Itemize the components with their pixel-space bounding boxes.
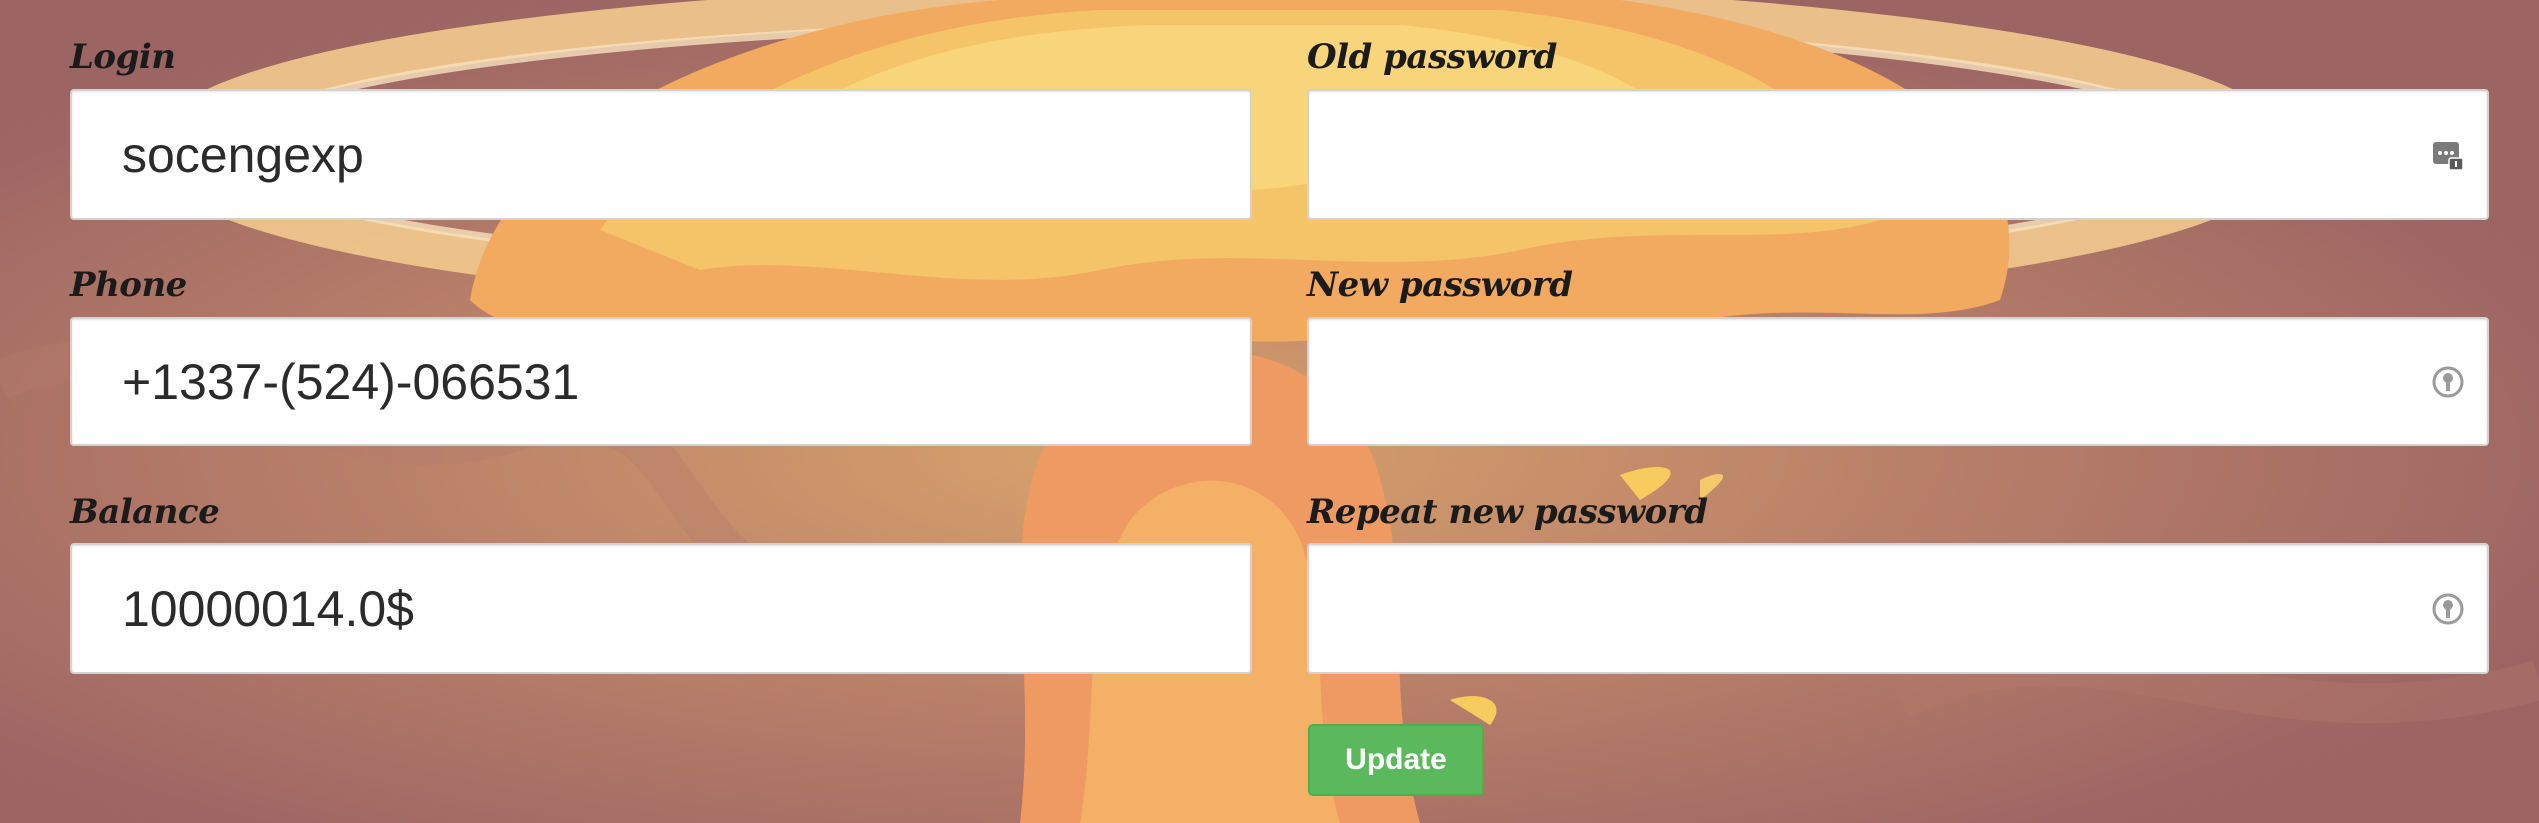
login-label: Login	[70, 37, 176, 77]
phone-field[interactable]	[70, 317, 1252, 446]
password-manager-icon[interactable]	[2431, 138, 2465, 172]
account-settings-form: Login Phone Balance Old password New pas…	[0, 0, 2539, 823]
login-input[interactable]	[72, 91, 1250, 218]
repeat-new-password-field[interactable]	[1307, 543, 2489, 674]
old-password-input[interactable]	[1309, 91, 2487, 218]
key-icon[interactable]	[2431, 365, 2465, 399]
phone-input[interactable]	[72, 319, 1250, 444]
new-password-field[interactable]	[1307, 317, 2489, 446]
balance-field[interactable]	[70, 543, 1252, 674]
old-password-label: Old password	[1307, 37, 1557, 77]
repeat-new-password-input[interactable]	[1309, 545, 2487, 672]
new-password-label: New password	[1307, 265, 1573, 305]
balance-label: Balance	[70, 492, 220, 532]
login-field[interactable]	[70, 89, 1252, 220]
repeat-new-password-label: Repeat new password	[1307, 492, 1708, 532]
key-icon[interactable]	[2431, 592, 2465, 626]
old-password-field[interactable]	[1307, 89, 2489, 220]
phone-label: Phone	[70, 265, 187, 305]
balance-input[interactable]	[72, 545, 1250, 672]
update-button[interactable]: Update	[1308, 724, 1484, 796]
new-password-input[interactable]	[1309, 319, 2487, 444]
